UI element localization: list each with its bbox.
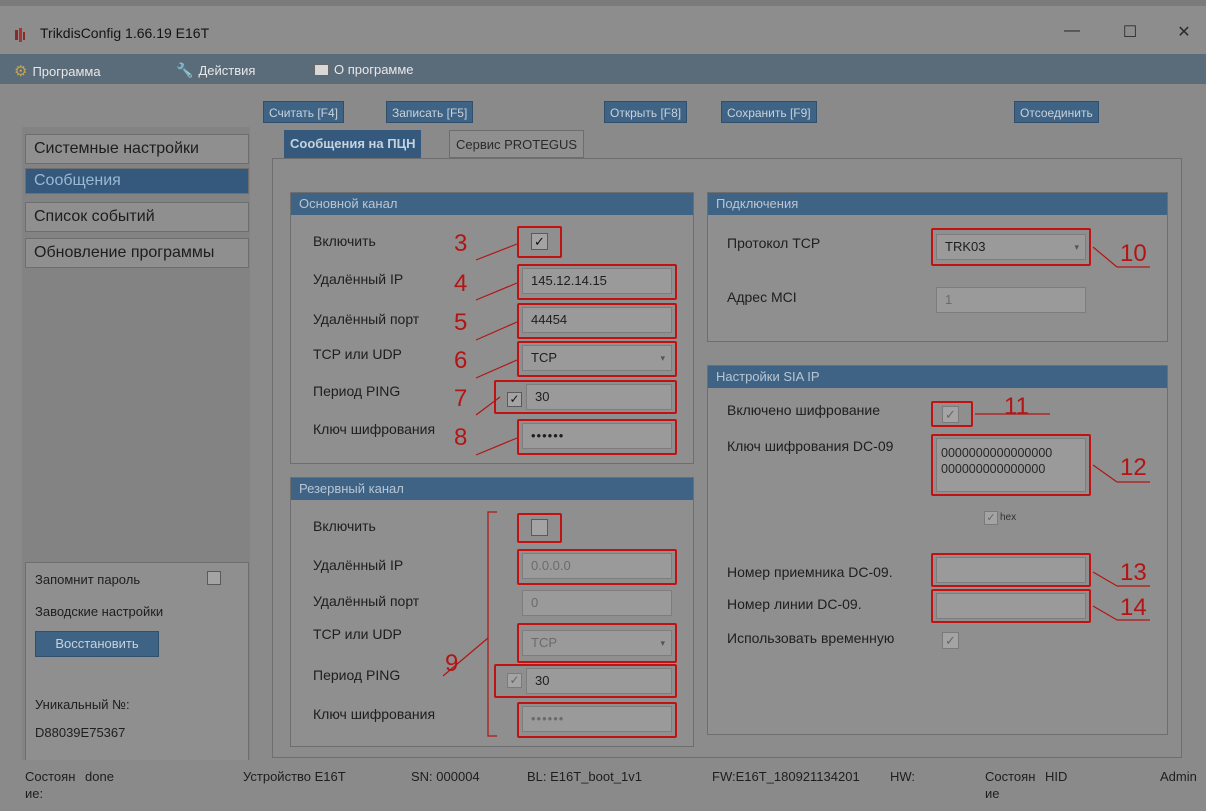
leader-line-13 — [1092, 571, 1118, 587]
leader-line-12 — [1092, 464, 1118, 483]
annotation-number-4: 4 — [454, 270, 468, 297]
status-connection-label-line2: ие — [985, 786, 1000, 801]
status-connection-label: Состоян ие — [985, 768, 1035, 802]
status-connection-value: HID — [1045, 769, 1068, 784]
annotation-number-8: 8 — [454, 424, 468, 451]
leader-line-10 — [1092, 246, 1118, 268]
annotation-number-5: 5 — [454, 309, 468, 336]
leader-line-4 — [475, 282, 518, 301]
status-hardware: HW: — [890, 769, 916, 784]
bracket-9 — [487, 511, 497, 737]
annotation-number-3: 3 — [454, 230, 468, 257]
status-state-label-line2: ие: — [25, 786, 44, 801]
leader-line-14 — [1092, 605, 1118, 621]
status-user: Admin — [1160, 769, 1197, 784]
annotation-number-7: 7 — [454, 385, 468, 412]
annotation-number-6: 6 — [454, 347, 468, 374]
annotation-number-12: 12 — [1120, 454, 1147, 481]
status-state-value: done — [85, 769, 114, 784]
annotation-number-10: 10 — [1120, 240, 1147, 267]
annotation-number-14: 14 — [1120, 594, 1147, 621]
status-state-label: Состоян ие: — [25, 768, 75, 802]
status-bootloader: BL: E16T_boot_1v1 — [527, 769, 642, 784]
status-firmware: FW:E16T_180921134201 — [712, 769, 860, 784]
status-device: Устройство E16T — [243, 769, 346, 784]
leader-line-8 — [475, 437, 518, 456]
leader-line-3 — [475, 243, 518, 261]
status-state-label-line1: Состоян — [25, 769, 76, 784]
leader-line-5 — [475, 321, 518, 341]
leader-line-7 — [475, 396, 501, 416]
status-serial: SN: 000004 — [411, 769, 480, 784]
annotation-number-11: 11 — [1004, 393, 1029, 420]
annotation-number-9: 9 — [445, 650, 459, 677]
annotation-number-13: 13 — [1120, 559, 1147, 586]
status-connection-label-line1: Состоян — [985, 769, 1036, 784]
leader-line-6 — [475, 359, 518, 379]
